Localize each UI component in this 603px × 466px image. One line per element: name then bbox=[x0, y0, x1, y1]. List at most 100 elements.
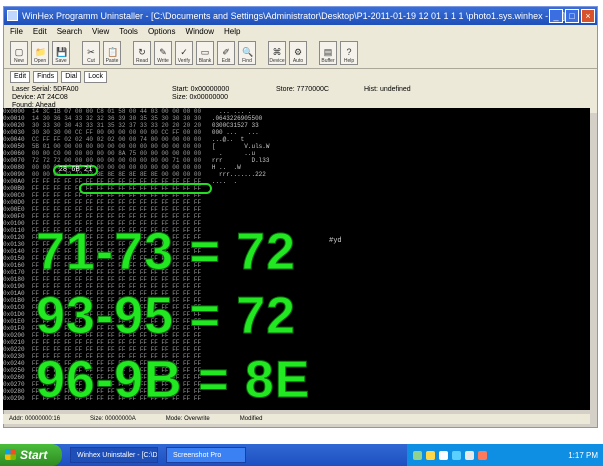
volume-icon[interactable] bbox=[439, 450, 448, 460]
hex-row-bytes[interactable]: 14 30 36 34 33 32 32 36 39 30 35 35 30 3… bbox=[32, 115, 201, 122]
toolbar-button-cut[interactable]: ✂ Cut bbox=[82, 41, 100, 65]
toolbar-button-read[interactable]: ↻ Read bbox=[133, 41, 151, 65]
hex-row-bytes[interactable]: 30 33 30 30 43 33 31 35 32 37 33 33 20 2… bbox=[32, 122, 201, 129]
hex-row[interactable]: 0x0030 30 30 30 00 CC FF 00 00 00 00 00 … bbox=[3, 129, 590, 136]
hex-gap bbox=[25, 339, 32, 346]
toolbar-button-label: Edit bbox=[221, 58, 231, 64]
hex-row-address: 0x00C0 bbox=[3, 192, 25, 199]
toolbar-button-new[interactable]: ▢ New bbox=[10, 41, 28, 65]
menu-item-edit[interactable]: Edit bbox=[33, 25, 47, 38]
menu-item-view[interactable]: View bbox=[92, 25, 109, 38]
taskbar-item-screenshot[interactable]: Screenshot Pro bbox=[166, 447, 246, 463]
menu-item-window[interactable]: Window bbox=[186, 25, 214, 38]
hex-row-ascii[interactable]: [ V.uls.W bbox=[212, 143, 270, 150]
toolbar-button-edit[interactable]: ✐ Edit bbox=[217, 41, 235, 65]
sub-tab-lock[interactable]: Lock bbox=[84, 71, 108, 83]
info-store: Store: 7770000C bbox=[276, 86, 329, 93]
menu-item-file[interactable]: File bbox=[10, 25, 23, 38]
hex-row-address: 0x0140 bbox=[3, 248, 25, 255]
hex-row[interactable]: 0x0010 14 30 36 34 33 32 32 36 39 30 35 … bbox=[3, 115, 590, 122]
sub-tab-edit[interactable]: Edit bbox=[10, 71, 31, 83]
hex-row[interactable]: 0x00E0 FF FF FF FF FF FF FF FF FF FF FF … bbox=[3, 206, 590, 213]
hex-row[interactable]: 0x0000 14 3C 1B 07 00 00 C8 01 58 00 44 … bbox=[3, 108, 590, 115]
hex-row-bytes[interactable]: 72 72 72 00 00 00 00 00 00 00 00 00 00 7… bbox=[32, 157, 201, 164]
hex-gap bbox=[25, 276, 32, 283]
hex-row-ascii[interactable]: .... . bbox=[212, 178, 237, 185]
sub-tab-finds[interactable]: Finds bbox=[33, 71, 59, 83]
hex-row-ascii[interactable]: 000 ... ... bbox=[212, 129, 259, 136]
annotation-line-3: 96-9B = 8E bbox=[36, 351, 311, 409]
title-bar[interactable]: WinHex Programm Uninstaller - [C:\Docume… bbox=[4, 7, 597, 25]
hex-row[interactable]: 0x0050 5B 01 00 00 00 00 00 00 00 00 00 … bbox=[3, 143, 590, 150]
hex-row-bytes[interactable]: FF FF FF FF FF FF FF FF FF FF FF FF FF F… bbox=[32, 213, 201, 220]
hex-gap bbox=[25, 346, 32, 353]
toolbar-button-help[interactable]: ? Help bbox=[340, 41, 358, 65]
toolbar-button-buffer[interactable]: ▤ Buffer bbox=[319, 41, 337, 65]
hex-row[interactable]: 0x00D0 FF FF FF FF FF FF FF FF FF FF FF … bbox=[3, 199, 590, 206]
taskbar: Start Winhex Uninstaller - [C:\Docu... S… bbox=[0, 444, 603, 466]
hex-gap bbox=[201, 129, 212, 136]
read-icon: ↻ bbox=[138, 47, 146, 57]
hex-row-ascii[interactable]: rrr.......222 bbox=[212, 171, 266, 178]
hex-row-bytes[interactable]: 30 30 30 00 CC FF 00 00 00 00 00 00 CC F… bbox=[32, 129, 201, 136]
hex-row-bytes[interactable]: FF FF FF FF FF FF FF FF FF FF FF FF FF F… bbox=[32, 199, 201, 206]
hex-row-bytes[interactable]: FF FF FF FF FF FF FF FF FF FF FF FF FF F… bbox=[32, 206, 201, 213]
toolbar-button-write[interactable]: ✎ Write bbox=[154, 41, 172, 65]
hex-row-bytes[interactable]: 14 3C 1B 07 00 00 C8 01 58 00 44 03 00 0… bbox=[32, 108, 201, 115]
hex-row-address: 0x0120 bbox=[3, 234, 25, 241]
menu-item-tools[interactable]: Tools bbox=[119, 25, 138, 38]
hex-gap bbox=[25, 178, 32, 185]
toolbar-button-paste[interactable]: 📋 Paste bbox=[103, 41, 121, 65]
hex-gap bbox=[201, 115, 212, 122]
hex-gap bbox=[25, 367, 32, 374]
security-icon[interactable] bbox=[426, 450, 435, 460]
taskbar-item-winhex[interactable]: Winhex Uninstaller - [C:\Docu... bbox=[70, 447, 158, 463]
hex-row-address: 0x0200 bbox=[3, 332, 25, 339]
menu-item-options[interactable]: Options bbox=[148, 25, 176, 38]
update-icon[interactable] bbox=[452, 450, 461, 460]
toolbar-button-auto[interactable]: ⚙ Auto bbox=[289, 41, 307, 65]
hex-row-bytes[interactable]: 5B 01 00 00 00 00 00 00 00 00 00 00 00 0… bbox=[32, 143, 201, 150]
hex-row-ascii[interactable]: rrr D.l33 bbox=[212, 157, 270, 164]
hex-row-ascii[interactable]: H .. .W bbox=[212, 164, 241, 171]
hex-row-address: 0x0170 bbox=[3, 269, 25, 276]
maximize-button[interactable]: □ bbox=[565, 9, 579, 23]
hex-row-ascii[interactable]: ...@.. t bbox=[212, 136, 244, 143]
toolbar-button-device[interactable]: ⌘ Device bbox=[268, 41, 286, 65]
hex-row-ascii[interactable]: 0300C31527 33 bbox=[212, 122, 259, 129]
toolbar-button-label: Help bbox=[343, 58, 355, 64]
hex-row-bytes[interactable]: CC FF FF 02 02 40 02 02 00 00 74 00 00 0… bbox=[32, 136, 201, 143]
hex-row-address: 0x01A0 bbox=[3, 290, 25, 297]
status-offset: Addr: 00000000:16 bbox=[9, 416, 61, 422]
hex-row[interactable]: 0x0020 30 33 30 30 43 33 31 35 32 37 33 … bbox=[3, 122, 590, 129]
sub-tab-dial[interactable]: Dial bbox=[61, 71, 82, 83]
close-button[interactable]: × bbox=[581, 9, 595, 23]
usb-icon[interactable] bbox=[465, 450, 474, 460]
hex-row-address: 0x0150 bbox=[3, 255, 25, 262]
hex-gap bbox=[25, 269, 32, 276]
menu-item-help[interactable]: Help bbox=[224, 25, 240, 38]
hex-row[interactable]: 0x0070 72 72 72 00 00 00 00 00 00 00 00 … bbox=[3, 157, 590, 164]
hex-row[interactable]: 0x0040 CC FF FF 02 02 40 02 02 00 00 74 … bbox=[3, 136, 590, 143]
hex-row-ascii[interactable]: .0643226905500 bbox=[212, 115, 262, 122]
hex-gap bbox=[25, 283, 32, 290]
antivirus-icon[interactable] bbox=[478, 450, 487, 460]
hex-row[interactable]: 0x00F0 FF FF FF FF FF FF FF FF FF FF FF … bbox=[3, 213, 590, 220]
toolbar-button-blank[interactable]: ▭ Blank bbox=[196, 41, 214, 65]
hex-row[interactable]: 0x0060 00 00 C0 00 00 00 00 00 8A 75 00 … bbox=[3, 150, 590, 157]
hex-row-ascii[interactable]: . ..u bbox=[212, 150, 255, 157]
start-button[interactable]: Start bbox=[0, 444, 62, 466]
hex-row-address: 0x0130 bbox=[3, 241, 25, 248]
toolbar-button-open[interactable]: 📁 Open bbox=[31, 41, 49, 65]
hex-row-address: 0x0180 bbox=[3, 276, 25, 283]
toolbar-button-verify[interactable]: ✓ Verify bbox=[175, 41, 193, 65]
hex-editor-pane[interactable]: 0x0000 14 3C 1B 07 00 00 C8 01 58 00 44 … bbox=[3, 108, 590, 410]
toolbar-button-find[interactable]: 🔍 Find bbox=[238, 41, 256, 65]
menu-item-search[interactable]: Search bbox=[57, 25, 82, 38]
toolbar-button-save[interactable]: 💾 Save bbox=[52, 41, 70, 65]
network-icon[interactable] bbox=[413, 450, 422, 460]
hex-row-bytes[interactable]: 00 00 C0 00 00 00 00 00 8A 75 00 00 00 0… bbox=[32, 150, 201, 157]
hex-row-ascii[interactable]: ... ... . bbox=[212, 108, 251, 115]
toolbar-button-label: Cut bbox=[87, 58, 95, 64]
minimize-button[interactable]: _ bbox=[549, 9, 563, 23]
